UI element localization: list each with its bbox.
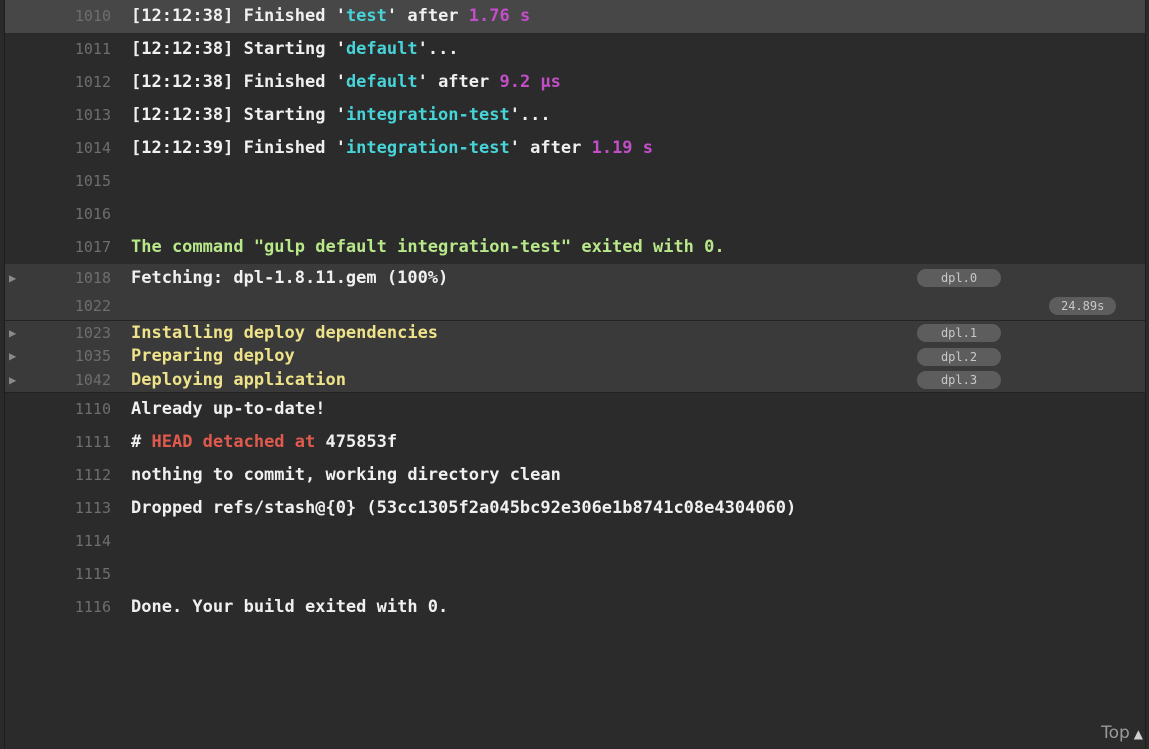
log-line: 1010 [12:12:38] Finished 'test' after 1.7… (5, 0, 1145, 33)
line-text: The command "gulp default integration-te… (131, 231, 725, 264)
text-segment: '... (417, 39, 459, 59)
line-number[interactable]: 1035 (15, 345, 111, 368)
log-line: 1015 (5, 165, 1145, 198)
text-segment: HEAD detached at (151, 432, 326, 452)
line-text: Installing deploy dependencies (131, 321, 438, 345)
text-segment: test (345, 6, 387, 26)
fold-line[interactable]: ▶ 1035 Preparing deploy dpl.2 (5, 345, 1145, 368)
log-line: 1011 [12:12:38] Starting 'default'... (5, 33, 1145, 66)
line-number[interactable]: 1113 (15, 492, 111, 525)
scroll-to-top-link[interactable]: Top ▲ (1101, 723, 1143, 743)
text-segment: nothing to commit, working directory cle… (131, 465, 561, 485)
text-segment: default (345, 39, 418, 59)
text-segment: integration-test (345, 105, 510, 125)
line-text: [12:12:39] Finished 'integration-test' a… (131, 132, 653, 165)
fold-tag-badge: dpl.3 (917, 371, 1001, 389)
log-line: 1014 [12:12:39] Finished 'integration-tes… (5, 132, 1145, 165)
fold-tag-badge: dpl.1 (917, 324, 1001, 342)
line-number[interactable]: 1111 (15, 426, 111, 459)
line-number[interactable]: 1042 (15, 368, 111, 392)
line-text: Done. Your build exited with 0. (131, 591, 448, 624)
text-segment: [12:12:38] Starting ' (131, 39, 346, 59)
text-segment: 1.19 s (591, 138, 654, 158)
line-number[interactable]: 1018 (15, 264, 111, 292)
text-segment: ' after (386, 6, 469, 26)
text-segment: # (131, 432, 152, 452)
text-segment: [12:12:38] Starting ' (131, 105, 346, 125)
text-segment: [12:12:39] Finished ' (131, 138, 346, 158)
line-number[interactable]: 1023 (15, 321, 111, 345)
line-text: Deploying application (131, 368, 346, 392)
fold-tag-badge: dpl.0 (917, 269, 1001, 287)
line-text: Already up-to-date! (131, 393, 325, 426)
fold-line[interactable]: ▶ 1042 Deploying application dpl.3 (5, 368, 1145, 393)
text-segment: [12:12:38] Finished ' (131, 72, 346, 92)
text-segment: 9.2 μs (499, 72, 561, 92)
line-number[interactable]: 1012 (15, 66, 111, 99)
line-text: # HEAD detached at 475853f (131, 426, 397, 459)
line-number[interactable]: 1116 (15, 591, 111, 624)
text-segment: [12:12:38] Finished ' (131, 6, 346, 26)
log-line: 1115 (5, 558, 1145, 591)
text-segment: 475853f (325, 432, 398, 452)
line-number[interactable]: 1017 (15, 231, 111, 264)
text-segment: '... (509, 105, 551, 125)
text-segment: ' after (417, 72, 500, 92)
fold-tag-badge: dpl.2 (917, 347, 1001, 366)
line-text: [12:12:38] Finished 'default' after 9.2 … (131, 66, 561, 99)
log-line: 1013 [12:12:38] Starting 'integration-tes… (5, 99, 1145, 132)
line-number[interactable]: 1110 (15, 393, 111, 426)
line-number[interactable]: 1114 (15, 525, 111, 558)
text-segment: Preparing deploy (131, 346, 295, 366)
log-line: 1111 # HEAD detached at 475853f (5, 426, 1145, 459)
text-segment: integration-test (345, 138, 510, 158)
top-label[interactable]: Top (1101, 723, 1130, 743)
line-text: [12:12:38] Finished 'test' after 1.76 s (131, 0, 530, 33)
line-number[interactable]: 1016 (15, 198, 111, 231)
log-line: 1114 (5, 525, 1145, 558)
line-text: [12:12:38] Starting 'default'... (131, 33, 459, 66)
log-line: 1110 Already up-to-date! (5, 393, 1145, 426)
line-text: Preparing deploy (131, 345, 295, 368)
fold-line[interactable]: ▶ 1018 Fetching: dpl-1.8.11.gem (100%) dpl.… (5, 264, 1145, 292)
line-number[interactable]: 1115 (15, 558, 111, 591)
text-segment: Done. Your build exited with 0. (131, 597, 449, 617)
text-segment: Dropped refs/stash@{0} (53cc1305f2a045bc… (131, 498, 797, 518)
line-text: nothing to commit, working directory cle… (131, 459, 561, 492)
line-number[interactable]: 1013 (15, 99, 111, 132)
log-line: 1022 24.89s (5, 292, 1145, 321)
line-text: Dropped refs/stash@{0} (53cc1305f2a045bc… (131, 492, 796, 525)
log-line: 1112 nothing to commit, working directory… (5, 459, 1145, 492)
log-line: 1016 (5, 198, 1145, 231)
text-segment: Deploying application (131, 370, 346, 390)
log-line: 1017 The command "gulp default integratio… (5, 231, 1145, 264)
log-line: 1012 [12:12:38] Finished 'default' after … (5, 66, 1145, 99)
fold-line[interactable]: ▶ 1023 Installing deploy dependencies dpl.1 (5, 321, 1145, 345)
text-segment: 1.76 s (468, 6, 531, 26)
build-log: 1010 [12:12:38] Finished 'test' after 1.7… (4, 0, 1146, 749)
line-number[interactable]: 1022 (15, 292, 111, 320)
text-segment: Installing deploy dependencies (131, 323, 439, 343)
line-text: Fetching: dpl-1.8.11.gem (100%) (131, 264, 448, 292)
arrow-up-icon: ▲ (1133, 727, 1143, 741)
text-segment: Fetching: dpl-1.8.11.gem (100%) (131, 268, 449, 288)
log-line: 1116 Done. Your build exited with 0. (5, 591, 1145, 624)
text-segment: ' after (509, 138, 592, 158)
text-segment: Already up-to-date! (131, 399, 326, 419)
line-number[interactable]: 1010 (15, 0, 111, 33)
line-number[interactable]: 1015 (15, 165, 111, 198)
text-segment: The command "gulp default integration-te… (131, 237, 725, 257)
line-number[interactable]: 1112 (15, 459, 111, 492)
text-segment: default (345, 72, 418, 92)
log-line: 1113 Dropped refs/stash@{0} (53cc1305f2a0… (5, 492, 1145, 525)
line-number[interactable]: 1014 (15, 132, 111, 165)
line-text: [12:12:38] Starting 'integration-test'..… (131, 99, 551, 132)
duration-badge: 24.89s (1049, 297, 1117, 315)
line-number[interactable]: 1011 (15, 33, 111, 66)
